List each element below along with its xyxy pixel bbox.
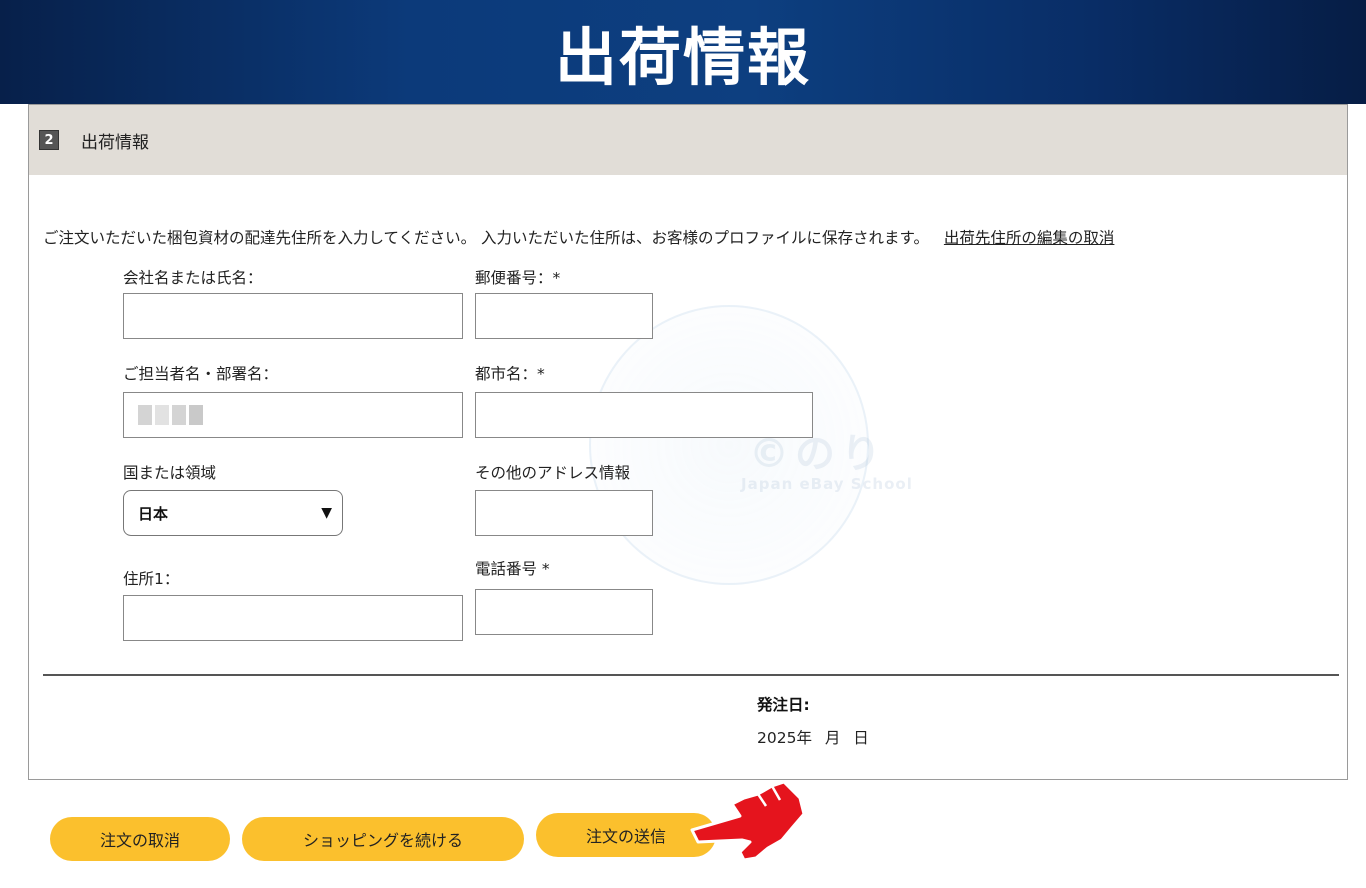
section-divider <box>43 674 1339 676</box>
city-input[interactable] <box>475 392 813 438</box>
watermark-subtext: Japan eBay School <box>741 475 913 493</box>
country-label: 国または領域 <box>123 464 217 482</box>
postal-code-label: 郵便番号：* <box>475 269 561 287</box>
city-label: 都市名：* <box>475 365 545 383</box>
phone-input[interactable] <box>475 589 653 635</box>
address1-label: 住所1： <box>123 570 180 588</box>
address1-input[interactable] <box>123 595 463 641</box>
shipping-info-panel: 2 出荷情報 ご注文いただいた梱包資材の配達先住所を入力してください。 入力いた… <box>28 104 1348 780</box>
phone-label: 電話番号 * <box>475 560 550 578</box>
other-address-input[interactable] <box>475 490 653 536</box>
order-date-value: 2025年 月 日 <box>757 729 869 747</box>
country-select-value: 日本 <box>138 504 169 523</box>
dropdown-arrow-icon: ▼ <box>321 505 332 521</box>
panel-header-title: 出荷情報 <box>81 132 149 153</box>
postal-code-input[interactable] <box>475 293 653 339</box>
intro-text-row: ご注文いただいた梱包資材の配達先住所を入力してください。 入力いただいた住所は、… <box>43 226 1114 248</box>
cancel-edit-address-link[interactable]: 出荷先住所の編集の取消 <box>944 229 1115 247</box>
other-address-label: その他のアドレス情報 <box>475 464 631 482</box>
contact-name-label: ご担当者名・部署名： <box>123 365 279 383</box>
banner-title: 出荷情報 <box>554 21 811 94</box>
page-banner: 出荷情報 <box>0 0 1366 104</box>
pointing-hand-icon <box>690 780 806 862</box>
contact-name-input[interactable] <box>123 392 463 438</box>
continue-shopping-button[interactable]: ショッピングを続ける <box>242 817 524 861</box>
company-name-label: 会社名または氏名： <box>123 269 263 287</box>
globe-watermark-icon <box>589 305 869 585</box>
panel-header: 2 出荷情報 <box>29 105 1347 175</box>
step-number-badge: 2 <box>39 130 59 150</box>
country-select[interactable]: 日本 ▼ <box>123 490 343 536</box>
cancel-order-button[interactable]: 注文の取消 <box>50 817 230 861</box>
redacted-name <box>138 405 203 425</box>
intro-text: ご注文いただいた梱包資材の配達先住所を入力してください。 入力いただいた住所は、… <box>43 229 929 247</box>
company-name-input[interactable] <box>123 293 463 339</box>
order-date-label: 発注日: <box>757 696 810 714</box>
